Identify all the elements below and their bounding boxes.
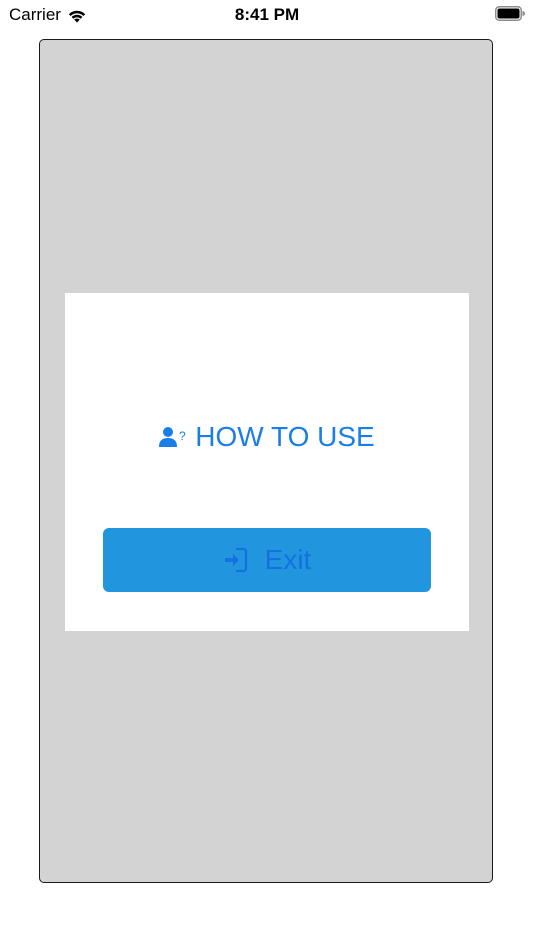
sign-in-icon — [224, 547, 247, 573]
svg-text:?: ? — [179, 429, 186, 443]
menu-card: ? HOW TO USE Exit — [65, 293, 469, 631]
user-question-icon: ? — [159, 427, 186, 447]
how-to-use-label: HOW TO USE — [195, 421, 375, 452]
battery-icon — [495, 6, 525, 21]
how-to-use-link[interactable]: ? HOW TO USE — [65, 421, 469, 453]
status-bar: Carrier 8:41 PM — [0, 0, 534, 28]
exit-label: Exit — [264, 544, 312, 575]
status-time: 8:41 PM — [234, 5, 300, 24]
exit-button[interactable]: Exit — [103, 528, 431, 592]
